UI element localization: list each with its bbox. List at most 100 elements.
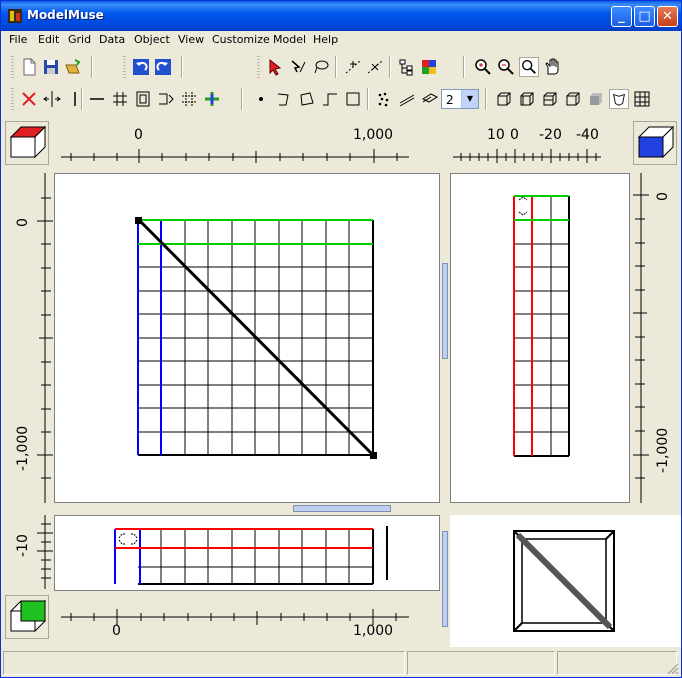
wireframe-icon[interactable] — [609, 89, 629, 109]
menu-grid[interactable]: Grid — [68, 33, 91, 46]
right-ruler-label-0: 0 — [655, 192, 671, 201]
close-button[interactable]: ✕ — [657, 6, 678, 27]
menu-bar: File Edit Grid Data Object View Customiz… — [1, 31, 681, 50]
bottom-ruler-label-end: 1,000 — [353, 623, 394, 639]
status-panel-extra — [557, 651, 677, 675]
move-gridline-icon[interactable] — [42, 89, 62, 109]
view-cube-3d-icon[interactable] — [563, 89, 583, 109]
front-view-viewport[interactable] — [54, 515, 440, 591]
cross-section-icon[interactable] — [397, 89, 417, 109]
app-window: ModelMuse _ □ ✕ File Edit Grid Data Obje… — [0, 0, 682, 678]
toolbar-grip[interactable] — [11, 56, 14, 78]
layer-select[interactable]: 2 ▼ — [441, 89, 479, 109]
right-ruler-label-end: -1,000 — [655, 427, 671, 473]
view-front-cube[interactable] — [5, 595, 49, 639]
show-grid-icon[interactable] — [632, 89, 652, 109]
grid-spacing-icon[interactable] — [133, 89, 153, 109]
side-view-grid — [513, 195, 570, 457]
bottom-left-ruler-label-m10: -10 — [15, 534, 31, 557]
create-straight-line-icon[interactable] — [320, 89, 340, 109]
create-rectangle-icon[interactable] — [343, 89, 363, 109]
select-vertex-icon[interactable] — [288, 57, 308, 77]
menu-edit[interactable]: Edit — [38, 33, 59, 46]
minimize-button[interactable]: _ — [611, 6, 632, 27]
resize-grip-icon[interactable] — [665, 661, 679, 675]
hand-pan-icon[interactable] — [542, 57, 562, 77]
view-top-cube[interactable] — [5, 121, 49, 165]
vertex-handle — [370, 452, 377, 459]
add-horizontal-gridline-icon[interactable] — [87, 89, 107, 109]
top-right-ruler-label-10: 10 — [487, 127, 505, 143]
bottom-ruler-label-start: 0 — [112, 623, 121, 639]
menu-object[interactable]: Object — [134, 33, 170, 46]
point-cloud-icon[interactable] — [374, 89, 394, 109]
view-cube-top-icon[interactable] — [517, 89, 537, 109]
undo-icon[interactable] — [131, 57, 151, 77]
menu-customize[interactable]: Customize — [212, 33, 270, 46]
arrow-select-icon[interactable] — [265, 57, 285, 77]
top-view-viewport[interactable] — [54, 173, 440, 503]
left-ruler-label-0: 0 — [15, 218, 31, 227]
new-file-icon[interactable] — [19, 57, 39, 77]
toolbar-separator — [463, 56, 465, 78]
create-polygon-icon[interactable] — [297, 89, 317, 109]
toolbar-separator — [367, 88, 369, 110]
horizontal-splitter[interactable] — [293, 505, 391, 512]
3d-view-viewport[interactable] — [450, 515, 681, 647]
side-view-cube-icon — [637, 125, 675, 159]
delete-segment-icon[interactable] — [365, 57, 385, 77]
zoom-out-icon[interactable] — [496, 57, 516, 77]
smooth-grid-icon[interactable] — [179, 89, 199, 109]
lasso-select-icon[interactable] — [311, 57, 331, 77]
vertical-splitter[interactable] — [442, 263, 448, 359]
minimize-icon: _ — [618, 9, 625, 24]
vertical-splitter-bottom[interactable] — [442, 531, 448, 627]
toolbar-grip[interactable] — [123, 56, 126, 78]
view-cube-side-icon[interactable] — [540, 89, 560, 109]
save-icon[interactable] — [41, 57, 61, 77]
menu-view[interactable]: View — [178, 33, 204, 46]
status-bar — [1, 649, 681, 677]
title-bar[interactable]: ModelMuse _ □ ✕ — [1, 1, 681, 31]
menu-model[interactable]: Model — [273, 33, 306, 46]
toolbar-grip[interactable] — [257, 56, 260, 78]
shaded-cube-icon[interactable] — [586, 89, 606, 109]
menu-help[interactable]: Help — [313, 33, 338, 46]
top-view-grid — [135, 217, 377, 459]
top-ruler-label-start: 0 — [134, 127, 143, 143]
maximize-icon: □ — [638, 9, 651, 24]
top-view-cube-icon — [9, 125, 47, 159]
grid-angle-icon[interactable] — [156, 89, 176, 109]
menu-data[interactable]: Data — [99, 33, 125, 46]
redo-icon[interactable] — [153, 57, 173, 77]
create-line-icon[interactable] — [274, 89, 294, 109]
color-grid-icon[interactable] — [419, 57, 439, 77]
create-point-icon[interactable] — [251, 89, 271, 109]
chevron-down-icon[interactable]: ▼ — [461, 90, 478, 108]
close-icon: ✕ — [662, 9, 673, 24]
cross-section-rotate-icon[interactable] — [420, 89, 440, 109]
view-side-cube[interactable] — [633, 121, 677, 165]
generate-grid-icon[interactable] — [202, 89, 222, 109]
front-view-grid — [114, 526, 388, 585]
zoom-in-icon[interactable] — [473, 57, 493, 77]
toolbar-separator — [389, 56, 391, 78]
open-icon[interactable] — [63, 57, 83, 77]
object-tree-icon[interactable] — [397, 57, 417, 77]
window-title: ModelMuse — [27, 8, 104, 22]
subdivide-grid-icon[interactable] — [110, 89, 130, 109]
toolbar-grip[interactable] — [11, 88, 14, 110]
maximize-button[interactable]: □ — [634, 6, 655, 27]
toolbar-separator — [91, 56, 93, 78]
status-panel-coordinates — [407, 651, 555, 675]
zoom-icon[interactable] — [519, 57, 539, 77]
insert-point-icon[interactable] — [343, 57, 363, 77]
toolbar-separator — [485, 88, 487, 110]
side-view-viewport[interactable] — [450, 173, 630, 503]
toolbar-objects: 2 ▼ — [1, 85, 681, 113]
view-cube-front-icon[interactable] — [494, 89, 514, 109]
delete-gridline-icon[interactable] — [19, 89, 39, 109]
front-view-cube-icon — [9, 599, 47, 633]
toolbar-separator — [335, 56, 337, 78]
menu-file[interactable]: File — [9, 33, 27, 46]
